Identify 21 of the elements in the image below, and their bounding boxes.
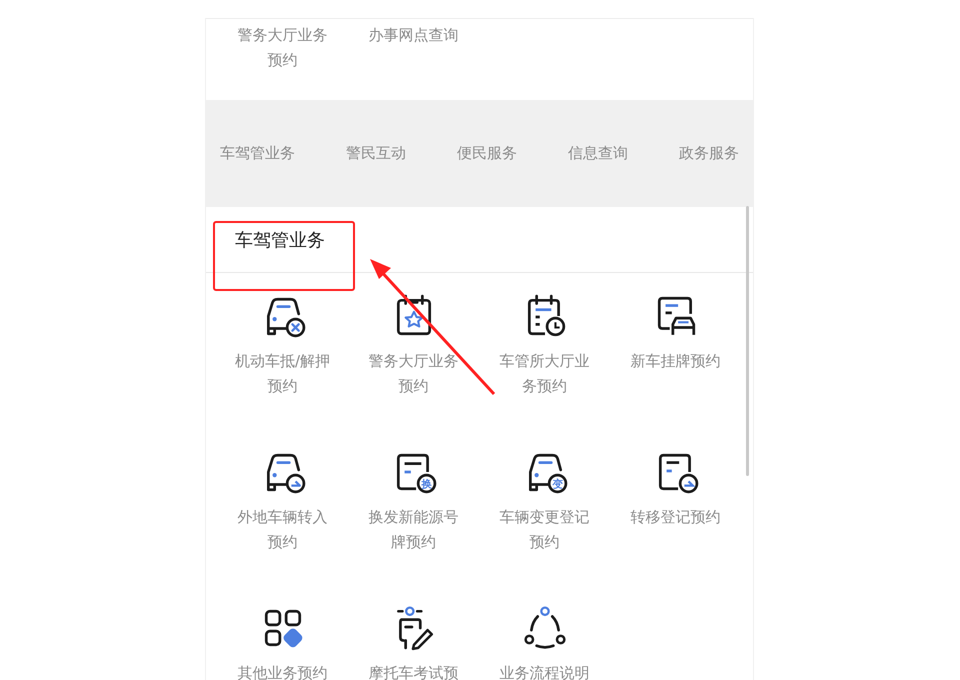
- service-label[interactable]: 业务流程说明: [494, 661, 594, 680]
- service-label[interactable]: 外地车辆转入预约: [232, 505, 332, 555]
- service-label[interactable]: 车辆变更登记预约: [494, 505, 594, 555]
- service-label[interactable]: 警务大厅业务预约: [364, 349, 464, 399]
- category-tab[interactable]: 警民互动: [346, 144, 406, 163]
- section-title: 车驾管业务: [235, 228, 325, 252]
- scrollbar[interactable]: [746, 206, 749, 476]
- category-tab[interactable]: 政务服务: [679, 144, 739, 163]
- category-tab[interactable]: 便民服务: [457, 144, 517, 163]
- category-tab[interactable]: 车驾管业务: [220, 144, 295, 163]
- service-link[interactable]: 办事网点查询: [364, 23, 464, 48]
- service-link[interactable]: 警务大厅业务预约: [232, 23, 332, 73]
- service-label[interactable]: 换发新能源号牌预约: [364, 505, 464, 555]
- service-label[interactable]: 机动车抵/解押预约: [232, 349, 332, 399]
- service-label[interactable]: 摩托车考试预: [364, 661, 464, 680]
- service-label[interactable]: 车管所大厅业务预约: [494, 349, 594, 399]
- service-label[interactable]: 新车挂牌预约: [626, 349, 726, 374]
- service-label[interactable]: 其他业务预约: [232, 661, 332, 680]
- service-label[interactable]: 转移登记预约: [626, 505, 726, 530]
- flow-icon[interactable]: [522, 605, 568, 651]
- category-tab[interactable]: 信息查询: [568, 144, 628, 163]
